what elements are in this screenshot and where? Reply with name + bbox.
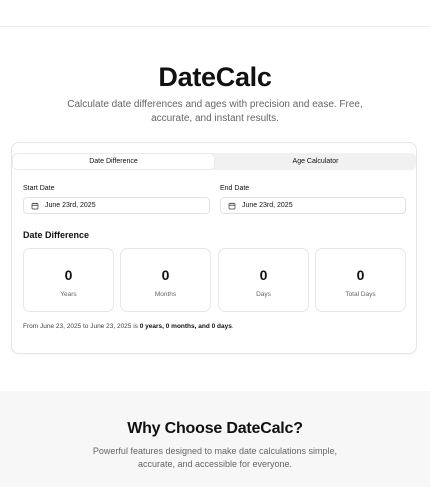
months-value: 0 [161,267,170,283]
calendar-icon [31,202,39,209]
summary-prefix: From June 23, 2025 to June 23, 2025 is [23,323,140,330]
start-date-value: June 23rd, 2025 [45,202,96,209]
tab-age-calculator[interactable]: Age Calculator [215,154,416,169]
calculator-card: Date Difference Age Calculator Start Dat… [11,142,417,354]
why-subtitle: Powerful features designed to make date … [92,446,338,469]
years-stat: 0 Years [23,248,114,312]
calendar-icon [228,202,236,209]
end-date-picker[interactable]: June 23rd, 2025 [220,197,406,214]
months-stat: 0 Months [120,248,211,312]
start-date-label: Start Date [23,185,55,192]
why-title: Why Choose DateCalc? [127,420,303,437]
summary-bold: 0 years, 0 months, and 0 days [139,323,232,330]
total-days-value: 0 [356,267,365,283]
summary-suffix: . [231,323,234,330]
tab-date-difference[interactable]: Date Difference [13,154,214,169]
result-summary: From June 23, 2025 to June 23, 2025 is 0… [23,323,234,330]
page-title: DateCalc [158,62,272,92]
end-date-value: June 23rd, 2025 [242,202,293,209]
days-value: 0 [259,267,268,283]
months-label: Months [154,291,177,298]
years-label: Years [60,291,77,298]
mode-tabs: Date Difference Age Calculator [12,153,416,170]
page-subtitle: Calculate date differences and ages with… [67,99,363,124]
why-section: Why Choose DateCalc? Powerful features d… [0,391,430,487]
years-value: 0 [64,267,73,283]
total-days-stat: 0 Total Days [315,248,406,312]
top-navigation-bar [0,0,430,27]
start-date-picker[interactable]: June 23rd, 2025 [23,197,210,214]
end-date-label: End Date [220,185,250,192]
days-stat: 0 Days [218,248,309,312]
days-label: Days [256,291,271,298]
total-days-label: Total Days [345,291,376,298]
result-title: Date Difference [23,230,90,240]
